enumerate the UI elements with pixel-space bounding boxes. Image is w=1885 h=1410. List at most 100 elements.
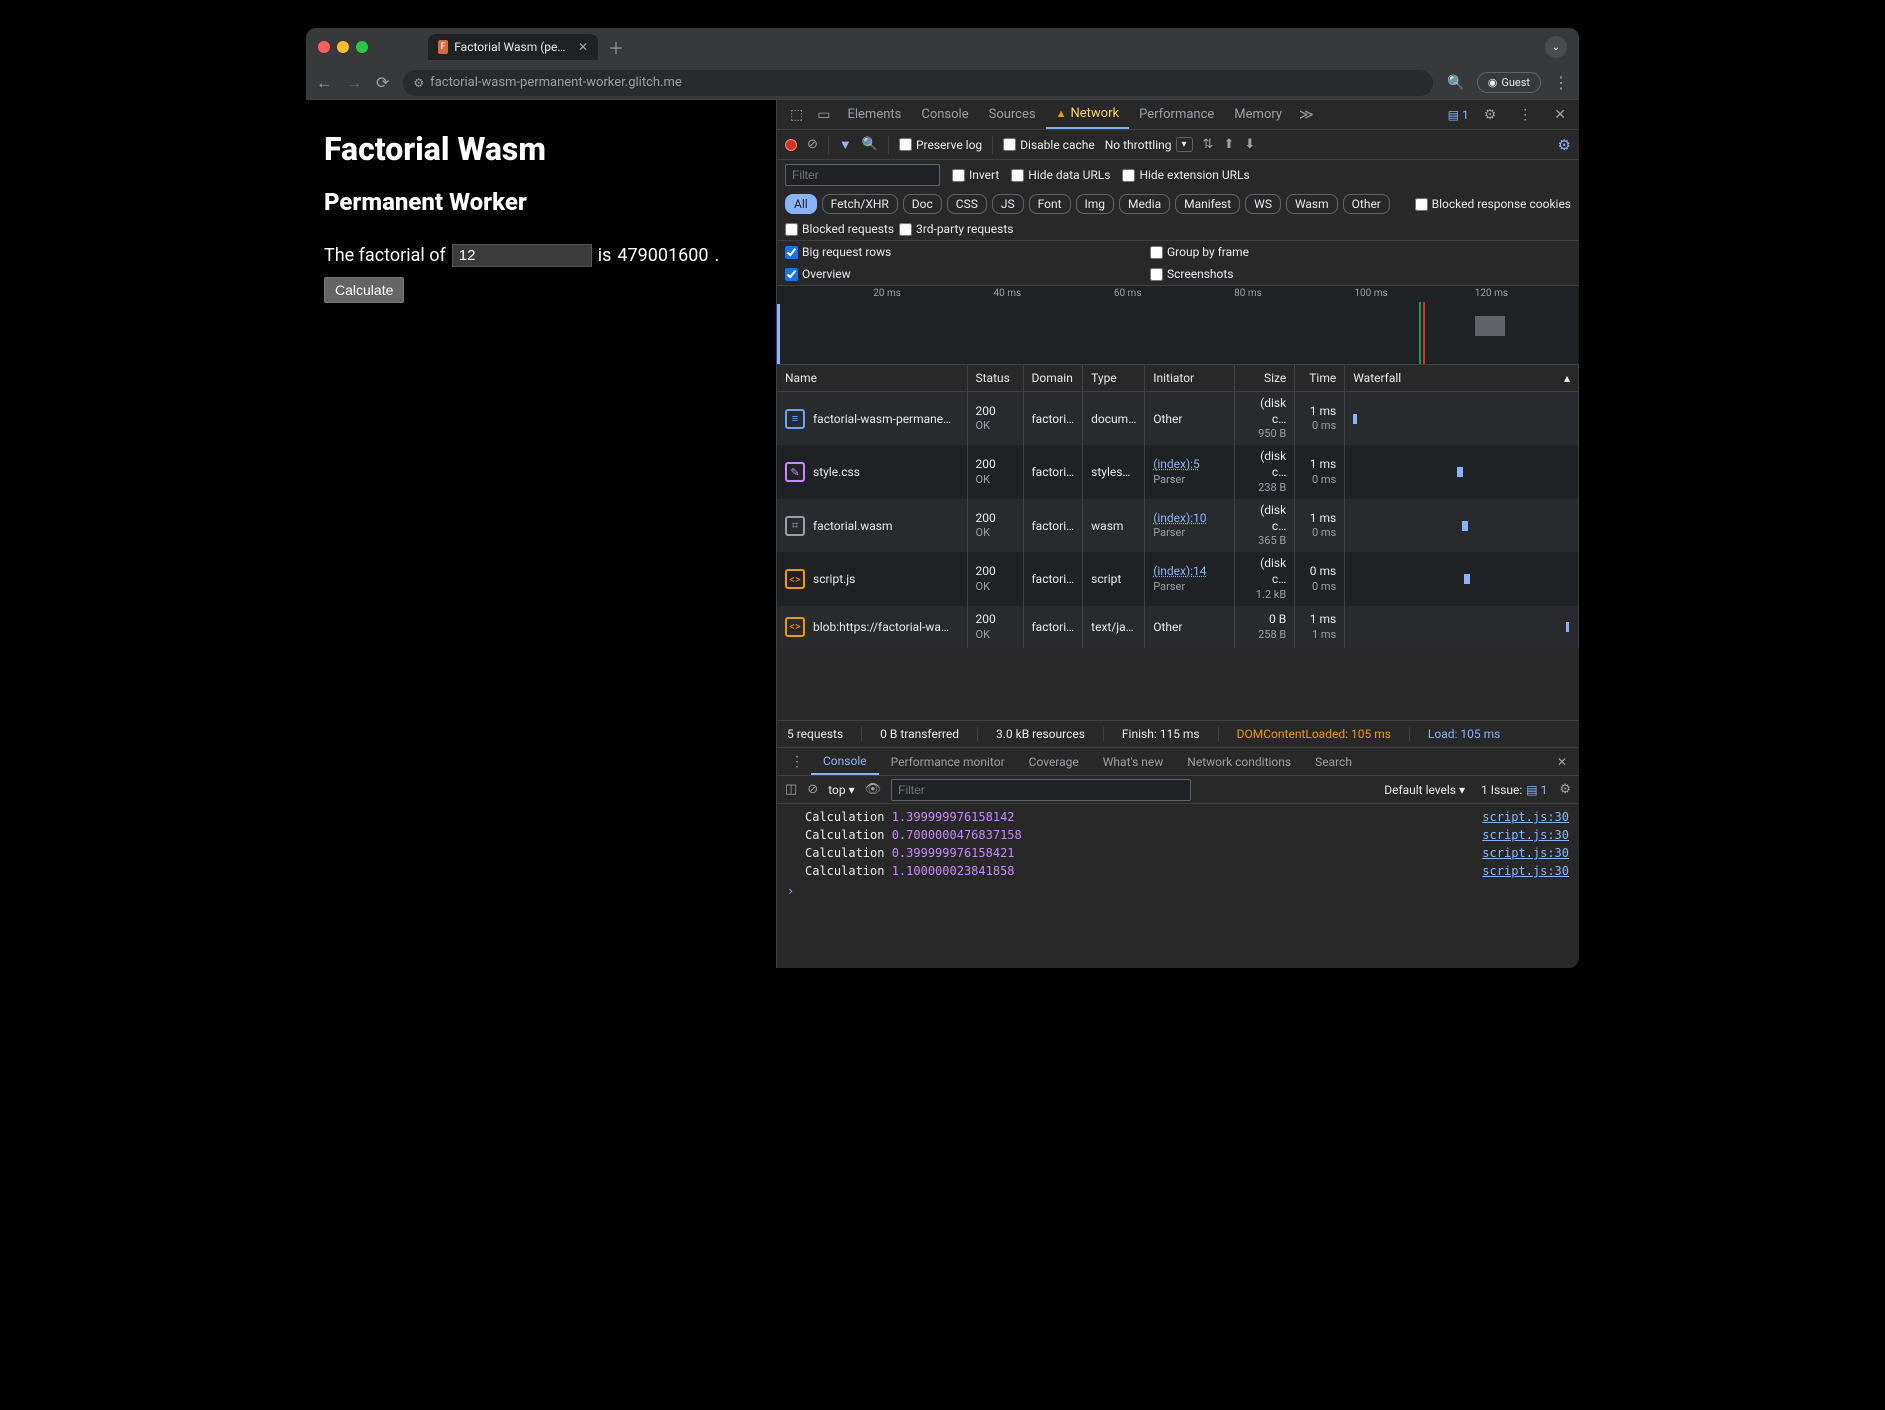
col-name[interactable]: Name xyxy=(777,365,967,392)
chip-doc[interactable]: Doc xyxy=(903,194,942,214)
chip-wasm[interactable]: Wasm xyxy=(1286,194,1338,214)
tab-memory[interactable]: Memory xyxy=(1224,100,1292,129)
source-link[interactable]: script.js:30 xyxy=(1482,864,1569,878)
col-initiator[interactable]: Initiator xyxy=(1145,365,1235,392)
site-settings-icon[interactable]: ⚙ xyxy=(413,76,424,90)
close-tab-icon[interactable]: ✕ xyxy=(578,40,588,54)
console-sidebar-icon[interactable]: ◫ xyxy=(785,782,797,797)
drawer-tab-search[interactable]: Search xyxy=(1303,748,1364,775)
invert-checkbox[interactable]: Invert xyxy=(952,168,999,182)
col-waterfall[interactable]: Waterfall ▴ xyxy=(1345,365,1579,392)
address-bar[interactable]: ⚙ factorial-wasm-permanent-worker.glitch… xyxy=(403,70,1433,96)
forward-button[interactable]: → xyxy=(346,75,362,91)
import-har-icon[interactable]: ⬆ xyxy=(1223,137,1234,152)
console-prompt[interactable]: › xyxy=(777,880,1579,902)
col-size[interactable]: Size xyxy=(1235,365,1295,392)
drawer-tab-perfmon[interactable]: Performance monitor xyxy=(879,748,1017,775)
drawer-tab-whatsnew[interactable]: What's new xyxy=(1091,748,1176,775)
throttling-select[interactable]: No throttling ▾ xyxy=(1105,137,1193,152)
inspect-icon[interactable]: ⬚ xyxy=(783,107,810,123)
context-select[interactable]: top ▾ xyxy=(828,783,854,797)
chip-js[interactable]: JS xyxy=(992,194,1024,214)
disable-cache-checkbox[interactable]: Disable cache xyxy=(1003,138,1095,152)
source-link[interactable]: script.js:30 xyxy=(1482,810,1569,824)
initiator-link[interactable]: (index):14 xyxy=(1153,564,1206,578)
search-icon[interactable]: 🔍 xyxy=(862,137,878,152)
chip-ws[interactable]: WS xyxy=(1245,194,1281,214)
record-button[interactable] xyxy=(785,139,797,151)
drawer-tab-console[interactable]: Console xyxy=(811,748,879,775)
console-settings-icon[interactable]: ⚙ xyxy=(1559,782,1571,797)
initiator-link[interactable]: (index):5 xyxy=(1153,457,1200,471)
window-maximize[interactable] xyxy=(356,41,368,53)
col-domain[interactable]: Domain xyxy=(1023,365,1083,392)
drawer-tab-coverage[interactable]: Coverage xyxy=(1017,748,1091,775)
initiator-link[interactable]: (index):10 xyxy=(1153,511,1206,525)
console-filter-input[interactable] xyxy=(891,779,1191,801)
big-rows-checkbox[interactable]: Big request rows xyxy=(785,245,1150,259)
tabs-menu-button[interactable]: ⌄ xyxy=(1545,36,1567,58)
zoom-icon[interactable]: 🔍 xyxy=(1447,76,1464,90)
reload-button[interactable]: ⟳ xyxy=(376,75,389,91)
issues-badge[interactable]: ▤ 1 xyxy=(1526,783,1547,797)
chip-manifest[interactable]: Manifest xyxy=(1175,194,1240,214)
tab-sources[interactable]: Sources xyxy=(979,100,1046,129)
col-time[interactable]: Time xyxy=(1295,365,1345,392)
col-type[interactable]: Type xyxy=(1083,365,1145,392)
source-link[interactable]: script.js:30 xyxy=(1482,828,1569,842)
chip-css[interactable]: CSS xyxy=(947,194,987,214)
chip-all[interactable]: All xyxy=(785,194,817,214)
window-minimize[interactable] xyxy=(337,41,349,53)
blocked-cookies-checkbox[interactable]: Blocked response cookies xyxy=(1415,197,1571,211)
settings-icon[interactable]: ⚙ xyxy=(1477,107,1504,123)
kebab-menu-icon[interactable]: ⋮ xyxy=(1511,107,1539,123)
table-row[interactable]: ≡factorial-wasm-permane… 200OK factori… … xyxy=(777,392,1579,446)
filter-icon[interactable]: ▼ xyxy=(839,137,852,153)
device-toggle-icon[interactable]: ▭ xyxy=(810,107,837,123)
clear-button[interactable]: ⊘ xyxy=(807,137,818,152)
close-devtools-icon[interactable]: ✕ xyxy=(1547,107,1573,123)
live-expression-icon[interactable]: 👁 xyxy=(865,782,882,797)
timeline-overview[interactable]: 20 ms 40 ms 60 ms 80 ms 100 ms 120 ms xyxy=(777,285,1579,365)
screenshots-checkbox[interactable]: Screenshots xyxy=(1150,267,1515,281)
window-close[interactable] xyxy=(318,41,330,53)
preserve-log-checkbox[interactable]: Preserve log xyxy=(899,138,982,152)
source-link[interactable]: script.js:30 xyxy=(1482,846,1569,860)
tab-network[interactable]: ▲Network xyxy=(1046,100,1130,129)
profile-button[interactable]: ◉ Guest xyxy=(1477,72,1541,93)
drawer-menu-icon[interactable]: ⋮ xyxy=(783,754,811,770)
tab-elements[interactable]: Elements xyxy=(837,100,911,129)
chip-img[interactable]: Img xyxy=(1076,194,1115,214)
overview-checkbox[interactable]: Overview xyxy=(785,267,1150,281)
tab-console[interactable]: Console xyxy=(911,100,978,129)
network-settings-icon[interactable]: ⚙ xyxy=(1558,136,1571,154)
more-tabs-icon[interactable]: ≫ xyxy=(1292,107,1321,123)
filter-input[interactable] xyxy=(785,164,940,186)
tab-performance[interactable]: Performance xyxy=(1129,100,1224,129)
network-conditions-icon[interactable]: ⇅ xyxy=(1203,137,1214,152)
chip-other[interactable]: Other xyxy=(1343,194,1390,214)
hide-data-urls-checkbox[interactable]: Hide data URLs xyxy=(1011,168,1110,182)
messages-icon[interactable]: ▤ 1 xyxy=(1448,108,1469,122)
log-levels-select[interactable]: Default levels ▾ xyxy=(1384,783,1465,797)
table-row[interactable]: <>blob:https://factorial-wa… 200OK facto… xyxy=(777,606,1579,648)
close-drawer-icon[interactable]: ✕ xyxy=(1551,755,1573,769)
chip-media[interactable]: Media xyxy=(1119,194,1170,214)
factorial-input[interactable] xyxy=(452,244,592,267)
browser-menu-icon[interactable]: ⋮ xyxy=(1553,75,1569,91)
third-party-checkbox[interactable]: 3rd-party requests xyxy=(899,222,1013,236)
chip-fetch[interactable]: Fetch/XHR xyxy=(822,194,898,214)
table-row[interactable]: <>script.js 200OK factori… script (index… xyxy=(777,552,1579,605)
chip-font[interactable]: Font xyxy=(1029,194,1071,214)
clear-console-icon[interactable]: ⊘ xyxy=(807,782,818,797)
export-har-icon[interactable]: ⬇ xyxy=(1244,137,1255,152)
hide-extension-urls-checkbox[interactable]: Hide extension URLs xyxy=(1122,168,1249,182)
table-row[interactable]: ⌗factorial.wasm 200OK factori… wasm (ind… xyxy=(777,499,1579,552)
calculate-button[interactable]: Calculate xyxy=(324,277,404,303)
table-row[interactable]: ✎style.css 200OK factori… styles… (index… xyxy=(777,445,1579,498)
group-frame-checkbox[interactable]: Group by frame xyxy=(1150,245,1515,259)
browser-tab[interactable]: F Factorial Wasm (permanent \ ✕ xyxy=(428,34,598,60)
blocked-requests-checkbox[interactable]: Blocked requests xyxy=(785,222,894,236)
col-status[interactable]: Status xyxy=(967,365,1023,392)
drawer-tab-netcond[interactable]: Network conditions xyxy=(1175,748,1303,775)
